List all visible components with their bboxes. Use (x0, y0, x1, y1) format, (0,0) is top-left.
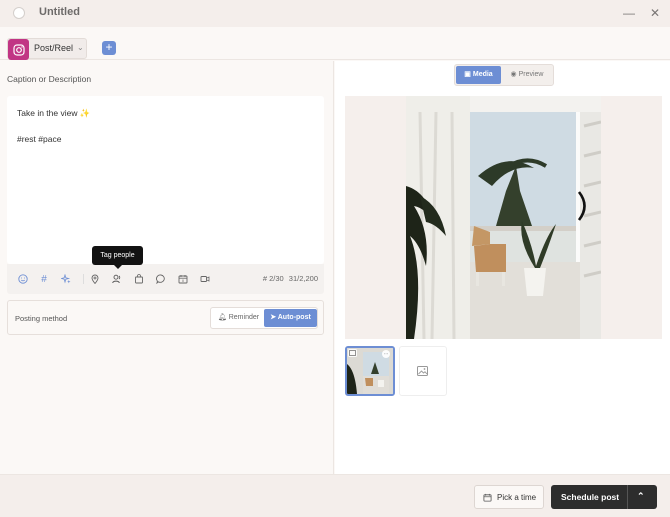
channel-label: Post/Reel (34, 43, 74, 53)
composer-panel: Caption or Description Take in the view … (0, 61, 334, 474)
posting-method-label: Posting method (15, 314, 68, 323)
button-divider (627, 485, 628, 509)
footer-bar: Pick a time Schedule post ⌃ (0, 474, 670, 517)
tab-preview[interactable]: ◉ Preview (503, 66, 551, 84)
posting-method-toggle: 🔔︎ Reminder ➤ Auto-post (210, 307, 318, 329)
send-icon: ➤ (270, 314, 277, 321)
svg-text:···: ··· (384, 352, 389, 358)
caption-line-1: Take in the view ✨ (17, 108, 90, 119)
channel-selector[interactable]: Post/Reel ⌄ (7, 38, 87, 60)
schedule-post-button[interactable]: Schedule post ⌃ (551, 485, 657, 509)
channel-row: Post/Reel ⌄ + (0, 27, 670, 60)
image-icon: ▣ (464, 71, 471, 78)
shopping-bag-icon[interactable] (132, 272, 146, 286)
add-media-button[interactable] (399, 346, 447, 396)
comment-icon[interactable] (154, 272, 168, 286)
media-panel: ▣ Media ◉ Preview ··· (335, 61, 670, 474)
window-title: Untitled (39, 6, 80, 18)
close-button[interactable]: ✕ (646, 4, 664, 22)
instagram-icon (8, 39, 29, 60)
character-count: 31/2,200 (288, 274, 318, 283)
pick-time-button[interactable]: Pick a time (474, 485, 544, 509)
chevron-up-icon[interactable]: ⌃ (637, 491, 645, 502)
tab-preview-label: Preview (518, 71, 544, 78)
posting-method-row: Posting method 🔔︎ Reminder ➤ Auto-post (7, 300, 324, 335)
add-channel-button[interactable]: + (102, 41, 116, 55)
calendar-icon (483, 493, 492, 502)
video-icon[interactable] (198, 272, 212, 286)
emoji-icon[interactable] (16, 272, 30, 286)
reminder-label: Reminder (228, 314, 260, 321)
add-image-icon (417, 366, 428, 376)
media-thumbnail[interactable]: ··· (345, 346, 395, 396)
title-bar: Untitled — ✕ (0, 0, 670, 27)
schedule-post-label: Schedule post (561, 492, 620, 502)
status-circle-icon (13, 7, 25, 19)
sparkle-emoji: ✨ (79, 108, 91, 118)
caption-counters: # 2/30 31/2,200 (263, 274, 318, 283)
minimize-button[interactable]: — (620, 4, 638, 22)
tag-people-icon[interactable] (110, 272, 124, 286)
reminder-option[interactable]: 🔔︎ Reminder (213, 310, 264, 326)
calendar-icon[interactable] (176, 272, 190, 286)
toolbar-divider (83, 274, 84, 284)
tab-media-label: Media (472, 71, 493, 78)
media-preview-area (345, 96, 662, 339)
hashtag-icon[interactable]: # (37, 272, 51, 286)
bell-icon: 🔔︎ (217, 314, 227, 321)
media-preview-toggle: ▣ Media ◉ Preview (454, 64, 554, 86)
location-icon[interactable] (88, 272, 102, 286)
pick-time-label: Pick a time (497, 493, 537, 502)
chevron-down-icon: ⌄ (77, 43, 84, 52)
post-photo[interactable] (406, 96, 601, 339)
eye-icon: ◉ (510, 71, 517, 78)
caption-section-label: Caption or Description (7, 74, 92, 84)
caption-editor[interactable]: Take in the view ✨ #rest #pace (7, 96, 324, 264)
hashtag-count: # 2/30 (262, 274, 284, 283)
autopost-option[interactable]: ➤ Auto-post (264, 309, 317, 327)
tag-people-tooltip: Tag people (92, 246, 143, 269)
ai-assistant-icon[interactable] (59, 272, 73, 286)
autopost-label: Auto-post (277, 314, 311, 321)
caption-line-2: #rest #pace (17, 134, 62, 144)
composer-toolbar: # # 2/30 31/2,200 (7, 264, 324, 294)
caption-line-1-text: Take in the view (17, 108, 78, 118)
tab-media[interactable]: ▣ Media (456, 66, 501, 84)
